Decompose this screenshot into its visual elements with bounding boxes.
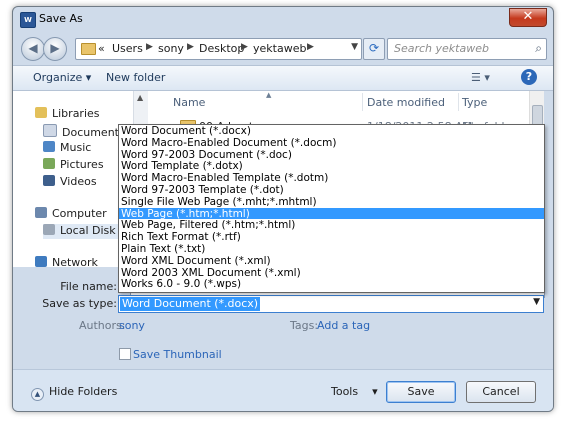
chevron-down-icon[interactable]: ▼ [533, 297, 540, 307]
chevron-down-icon[interactable]: ▼ [351, 42, 358, 52]
forward-button[interactable]: ▶ [43, 37, 67, 61]
title-bar[interactable]: W Save As ✕ [13, 7, 553, 31]
pictures-icon [43, 158, 55, 169]
network-icon [35, 256, 47, 267]
chevron-right-icon[interactable]: ▶ [241, 42, 248, 52]
save-as-type-label: Save as type: [42, 297, 117, 310]
window-title: Save As [39, 12, 83, 25]
sidebar-item-label: Music [60, 141, 92, 154]
dropdown-option[interactable]: Word Template (*.dotx) [119, 160, 544, 172]
cancel-button[interactable]: Cancel [466, 381, 536, 403]
sidebar-item-label: Documents [62, 126, 125, 139]
save-as-type-select[interactable]: Word Document (*.docx) ▼ [118, 295, 544, 313]
tools-label: Tools [331, 385, 359, 398]
chevron-right-icon[interactable]: ▶ [146, 42, 153, 52]
search-placeholder: Search yektaweb [394, 42, 489, 55]
column-header-name[interactable]: Name [173, 96, 205, 109]
sidebar-item-label: Computer [52, 207, 107, 220]
music-icon [43, 141, 55, 152]
dropdown-option-highlighted[interactable]: Web Page (*.htm;*.html) [119, 207, 544, 220]
help-icon[interactable]: ? [521, 69, 537, 85]
dropdown-option[interactable]: Web Page, Filtered (*.htm;*.html) [119, 219, 544, 231]
hide-folders-label: Hide Folders [49, 385, 118, 398]
libraries-icon [35, 107, 47, 118]
column-divider[interactable] [458, 93, 459, 111]
back-button[interactable]: ◀ [21, 37, 45, 61]
word-app-icon: W [20, 12, 36, 28]
new-folder-button[interactable]: New folder [106, 71, 165, 84]
sidebar-item-pictures[interactable]: Pictures [43, 158, 104, 171]
dropdown-option[interactable]: Works 6.0 - 9.0 (*.wps) [119, 278, 544, 290]
sidebar-item-music[interactable]: Music [43, 141, 91, 154]
search-icon[interactable]: ⌕ [535, 41, 542, 56]
column-header-type[interactable]: Type [462, 96, 487, 109]
breadcrumb-desktop[interactable]: Desktop [199, 42, 244, 55]
close-button[interactable]: ✕ [509, 8, 547, 27]
dropdown-option[interactable]: Single File Web Page (*.mht;*.mhtml) [119, 196, 544, 208]
refresh-button[interactable]: ⟳ [363, 38, 385, 60]
breadcrumb-yektaweb[interactable]: yektaweb [253, 42, 306, 55]
navigation-pane: Libraries Documents Music Pictures Video… [13, 91, 139, 269]
dropdown-option[interactable]: Word 2003 XML Document (*.xml) [119, 267, 544, 279]
save-as-type-value: Word Document (*.docx) [120, 297, 261, 311]
tags-field[interactable]: Add a tag [317, 319, 370, 332]
address-bar[interactable]: « Users ▶ sony ▶ Desktop ▶ yektaweb ▶ ▼ [75, 38, 362, 60]
sidebar-item-label: Videos [60, 175, 97, 188]
dropdown-option[interactable]: Plain Text (*.txt) [119, 243, 544, 255]
authors-field[interactable]: sony [119, 319, 145, 332]
dropdown-option[interactable]: Word Macro-Enabled Template (*.dotm) [119, 172, 544, 184]
column-divider[interactable] [362, 93, 363, 111]
videos-icon [43, 175, 55, 186]
organize-button[interactable]: Organize ▾ [33, 71, 91, 84]
sidebar-item-network[interactable]: Network [35, 256, 98, 269]
file-name-label: File name: [60, 280, 117, 293]
dropdown-option[interactable]: Word Macro-Enabled Document (*.docm) [119, 137, 544, 149]
sort-ascending-icon: ▲ [266, 91, 272, 99]
scroll-up-icon[interactable]: ▲ [137, 93, 143, 102]
sidebar-item-videos[interactable]: Videos [43, 175, 97, 188]
sidebar-item-computer[interactable]: Computer [35, 207, 107, 220]
dropdown-option[interactable]: Word Document (*.docx) [119, 125, 544, 137]
documents-icon [43, 124, 57, 137]
command-bar: Organize ▾ New folder ☰ ▾ ? [13, 65, 553, 91]
breadcrumb-chevron[interactable]: « [98, 42, 105, 55]
tags-label: Tags: [290, 319, 319, 332]
drive-icon [43, 224, 55, 235]
chevron-right-icon[interactable]: ▶ [187, 42, 194, 52]
save-as-type-dropdown: Word Document (*.docx) Word Macro-Enable… [118, 124, 545, 293]
sidebar-item-label: Pictures [60, 158, 104, 171]
sidebar-item-libraries[interactable]: Libraries [35, 107, 100, 120]
chevron-up-icon: ▲ [31, 388, 44, 401]
hide-folders-button[interactable]: ▲ Hide Folders [31, 385, 117, 401]
search-input[interactable]: Search yektaweb ⌕ [387, 38, 547, 60]
sidebar-item-label: Libraries [52, 107, 100, 120]
sidebar-item-label: Network [52, 256, 98, 269]
dialog-footer: ▲ Hide Folders Tools ▾ Save Cancel [13, 369, 553, 411]
tools-button[interactable]: Tools ▾ [331, 385, 378, 398]
breadcrumb-sony[interactable]: sony [158, 42, 184, 55]
save-thumbnail-label[interactable]: Save Thumbnail [133, 348, 222, 361]
chevron-right-icon[interactable]: ▶ [307, 42, 314, 52]
breadcrumb-users[interactable]: Users [112, 42, 143, 55]
dropdown-option[interactable]: Word XML Document (*.xml) [119, 255, 544, 267]
column-header-date[interactable]: Date modified [367, 96, 445, 109]
computer-icon [35, 207, 47, 218]
folder-icon [81, 43, 96, 55]
view-options-icon[interactable]: ☰ ▾ [471, 71, 490, 84]
save-button[interactable]: Save [386, 381, 456, 403]
sidebar-item-documents[interactable]: Documents [43, 124, 125, 139]
dropdown-option[interactable]: Word 97-2003 Template (*.dot) [119, 184, 544, 196]
dropdown-option[interactable]: Rich Text Format (*.rtf) [119, 231, 544, 243]
dropdown-option[interactable]: Word 97-2003 Document (*.doc) [119, 149, 544, 161]
save-thumbnail-checkbox[interactable] [119, 348, 131, 360]
